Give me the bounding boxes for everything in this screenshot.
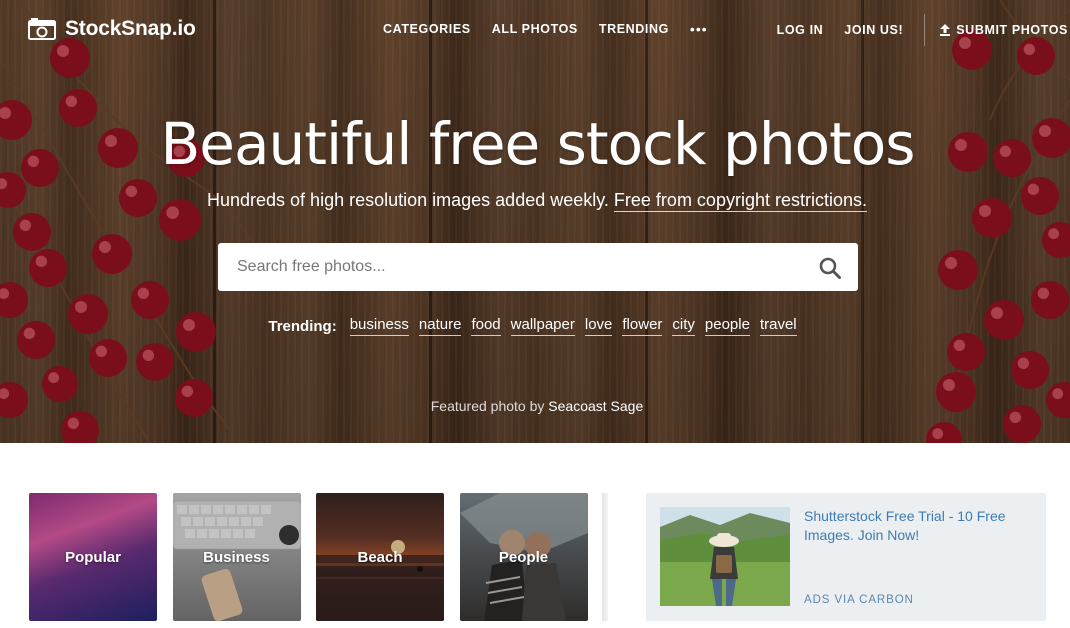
category-tiles: Popular Business Beach People — [29, 493, 603, 621]
category-beach[interactable]: Beach — [316, 493, 444, 621]
hero-subtitle: Hundreds of high resolution images added… — [0, 188, 1070, 212]
nav-categories[interactable]: CATEGORIES — [383, 22, 471, 36]
more-dots-icon[interactable]: ••• — [690, 22, 708, 36]
category-carousel-next-peek[interactable] — [602, 493, 608, 621]
category-business[interactable]: Business — [172, 493, 301, 621]
category-people[interactable]: People — [459, 493, 588, 621]
ad-link[interactable]: Shutterstock Free Trial - 10 Free Images… — [804, 507, 1024, 545]
category-label: Business — [203, 548, 270, 566]
account-nav: LOG IN JOIN US! SUBMIT PHOTOS — [756, 14, 1070, 46]
carbon-ad: Shutterstock Free Trial - 10 Free Images… — [646, 493, 1046, 621]
search-box — [218, 243, 858, 291]
trend-tag-city[interactable]: city — [672, 316, 695, 336]
featured-author-link[interactable]: Seacoast Sage — [548, 398, 643, 414]
ad-thumbnail — [660, 507, 790, 606]
category-label: Popular — [65, 548, 121, 566]
featured-credit: Featured photo by Seacoast Sage — [0, 398, 1070, 414]
hero-title: Beautiful free stock photos — [160, 110, 915, 178]
top-navigation-bar: StockSnap.io CATEGORIES ALL PHOTOS TREND… — [0, 0, 1070, 60]
featured-prefix: Featured photo by — [430, 398, 545, 414]
submit-photos-label: SUBMIT PHOTOS — [956, 23, 1068, 37]
category-label: Beach — [357, 548, 403, 566]
hero-wood-grain — [0, 0, 1070, 443]
trend-tag-wallpaper[interactable]: wallpaper — [510, 316, 575, 336]
nav-all-photos[interactable]: ALL PHOTOS — [492, 22, 578, 36]
hero-section: StockSnap.io CATEGORIES ALL PHOTOS TREND… — [0, 0, 1070, 443]
hero-subtitle-text: Hundreds of high resolution images added… — [207, 190, 609, 210]
license-link[interactable]: Free from copyright restrictions. — [613, 190, 867, 212]
trend-tag-love[interactable]: love — [584, 316, 613, 336]
logo-text: StockSnap.io — [65, 17, 196, 40]
category-popular[interactable]: Popular — [29, 493, 157, 621]
nav-divider — [924, 14, 926, 46]
category-label: People — [498, 548, 549, 566]
trend-tag-business[interactable]: business — [349, 316, 409, 336]
ads-via-carbon-link[interactable]: ADS VIA CARBON — [804, 594, 914, 606]
trend-tag-travel[interactable]: travel — [759, 316, 797, 336]
submit-photos-link[interactable]: SUBMIT PHOTOS — [939, 23, 1068, 37]
trending-tags: Trending: business nature food wallpaper… — [0, 316, 1070, 336]
upload-icon — [940, 24, 951, 36]
login-link[interactable]: LOG IN — [777, 23, 824, 37]
camera-icon — [28, 18, 56, 40]
ad-image[interactable] — [660, 507, 790, 606]
trend-tag-food[interactable]: food — [471, 316, 501, 336]
main-nav: CATEGORIES ALL PHOTOS TRENDING ••• — [383, 22, 708, 36]
trending-label: Trending: — [268, 317, 337, 335]
nav-trending[interactable]: TRENDING — [599, 22, 669, 36]
search-icon[interactable] — [818, 256, 842, 280]
trend-tag-flower[interactable]: flower — [622, 316, 663, 336]
trend-tag-nature[interactable]: nature — [418, 316, 462, 336]
search-input[interactable] — [218, 243, 798, 291]
trend-tag-people[interactable]: people — [704, 316, 750, 336]
join-link[interactable]: JOIN US! — [844, 23, 903, 37]
site-logo[interactable]: StockSnap.io — [28, 17, 196, 41]
